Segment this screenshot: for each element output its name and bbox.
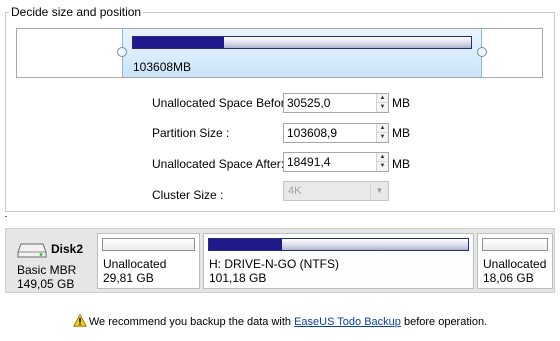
unallocated-before-label: Unallocated Space Before: <box>152 96 295 110</box>
cluster-size-select: 4K ▼ <box>283 181 389 201</box>
left-resize-handle[interactable] <box>117 47 127 57</box>
partition-size-input[interactable] <box>284 124 376 142</box>
easeus-todo-backup-link[interactable]: EaseUS Todo Backup <box>294 316 401 328</box>
spin-up-icon[interactable]: ▲ <box>377 94 388 103</box>
spin-up-icon[interactable]: ▲ <box>377 124 388 133</box>
footer-text-before: We recommend you backup the data with <box>88 316 295 328</box>
disk-name: Disk2 <box>51 242 84 256</box>
slider-usage-fill <box>133 37 225 48</box>
disk-type: Basic MBR <box>17 263 77 277</box>
partition-size: 101,18 GB <box>209 271 267 285</box>
cluster-size-value: 4K <box>288 185 302 197</box>
unallocated-after-label: Unallocated Space After: <box>152 157 285 171</box>
unallocated-after-input[interactable] <box>284 153 376 171</box>
disk-info[interactable]: Disk2 Basic MBR 149,05 GB <box>6 229 96 292</box>
partition-label: Unallocated <box>103 257 167 271</box>
partition-unallocated-before[interactable]: Unallocated 29,81 GB <box>97 233 200 289</box>
warning-icon <box>72 314 87 327</box>
partition-slider[interactable]: 103608MB <box>16 28 543 78</box>
hard-drive-icon <box>17 243 47 258</box>
unallocated-before-spinner[interactable]: ▲ ▼ <box>283 93 389 113</box>
slider-usage-rest <box>224 37 471 48</box>
right-resize-handle[interactable] <box>477 47 487 57</box>
footer-text-after: before operation. <box>400 316 488 328</box>
slider-usage-bar <box>132 36 472 49</box>
chevron-down-icon: ▼ <box>370 182 388 200</box>
partition-drive-n-go[interactable]: H: DRIVE-N-GO (NTFS) 101,18 GB <box>203 233 474 289</box>
partition-label: H: DRIVE-N-GO (NTFS) <box>209 257 339 271</box>
partition-size: 29,81 GB <box>103 271 154 285</box>
spin-down-icon[interactable]: ▼ <box>377 162 388 171</box>
cluster-size-label: Cluster Size : <box>152 188 224 202</box>
partition-size: 18,06 GB <box>483 271 534 285</box>
backup-recommendation: We recommend you backup the data with Ea… <box>0 314 560 330</box>
partition-usage-bar <box>208 238 469 251</box>
partition-size-spinner[interactable]: ▲ ▼ <box>283 123 389 143</box>
spin-down-icon[interactable]: ▼ <box>377 103 388 112</box>
divider-mark <box>5 216 7 217</box>
spin-up-icon[interactable]: ▲ <box>377 153 388 162</box>
partition-usage-rest <box>281 239 468 250</box>
partition-usage-bar <box>102 238 195 251</box>
unallocated-after-spinner[interactable]: ▲ ▼ <box>283 152 389 172</box>
disk-map: Disk2 Basic MBR 149,05 GB Unallocated 29… <box>5 228 555 293</box>
unallocated-before-input[interactable] <box>284 94 376 112</box>
partition-label: Unallocated <box>483 257 547 271</box>
group-title: Decide size and position <box>9 5 144 19</box>
partition-selection[interactable]: 103608MB <box>117 29 487 77</box>
unit-label: MB <box>392 96 410 110</box>
slider-size-label: 103608MB <box>133 60 192 74</box>
unit-label: MB <box>392 126 410 140</box>
unit-label: MB <box>392 157 410 171</box>
partition-usage-bar <box>482 238 548 251</box>
partition-size-label: Partition Size : <box>152 126 230 140</box>
disk-size: 149,05 GB <box>17 277 75 291</box>
partition-usage-fill <box>209 239 282 250</box>
spin-down-icon[interactable]: ▼ <box>377 133 388 142</box>
partition-unallocated-after[interactable]: Unallocated 18,06 GB <box>477 233 553 289</box>
